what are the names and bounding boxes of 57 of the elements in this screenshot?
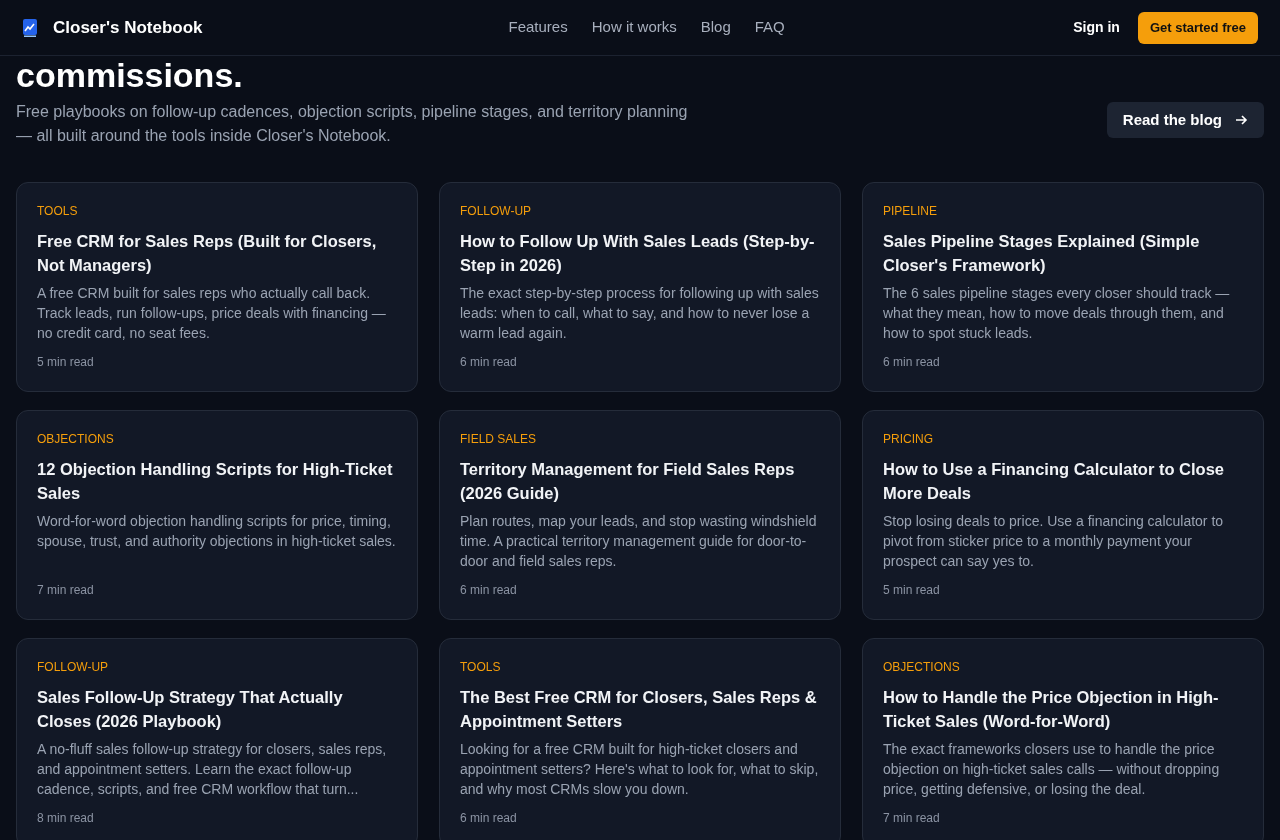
article-card[interactable] [439, 182, 841, 392]
hero-description: Free playbooks on follow-up cadences, objection scripts, pipeline stages, and territory planning — all built around the tools inside Closer's Notebook. [16, 102, 689, 146]
category-label: FIELD SALES [460, 431, 538, 447]
article-card[interactable] [16, 638, 418, 840]
article-card[interactable] [862, 182, 1264, 392]
article-excerpt: A no-fluff sales follow-up strategy for closers, sales reps, and appointment setters. Learn the exact follow-up cadence, scripts, and free CRM workflow that turn... [37, 740, 388, 799]
read-time: 5 min read [883, 582, 941, 599]
read-time: 6 min read [460, 582, 518, 599]
chart-logo-icon [22, 17, 38, 38]
nav-link[interactable]: Blog [700, 16, 731, 39]
article-card[interactable] [862, 638, 1264, 840]
brand-name: Closer's Notebook [53, 16, 203, 39]
article-title: Territory Management for Field Sales Reps (2026 Guide) [460, 459, 796, 504]
category-label: FOLLOW-UP [37, 659, 110, 675]
read-time: 8 min read [37, 810, 95, 827]
category-label: PRICING [883, 431, 934, 447]
category-label: TOOLS [37, 203, 79, 219]
arrow-right-icon [1234, 113, 1248, 127]
category-label: OBJECTIONS [37, 431, 115, 447]
nav-link[interactable]: How it works [591, 16, 677, 39]
read-blog-button[interactable]: Read the blog [1106, 102, 1264, 138]
nav-link[interactable]: Features [508, 16, 568, 39]
read-time: 7 min read [883, 810, 941, 827]
article-excerpt: Plan routes, map your leads, and stop wasting windshield time. A practical territory management guide for door-to-door and field sales reps. [460, 512, 818, 571]
category-label: PIPELINE [883, 203, 939, 219]
article-excerpt: The exact frameworks closers use to handle the price objection on high-ticket sales calls — without dropping price, getting defensive, or losing the deal. [883, 740, 1221, 799]
article-title: Sales Follow-Up Strategy That Actually Closes (2026 Playbook) [37, 687, 344, 732]
category-label: TOOLS [460, 659, 502, 675]
read-time: 7 min read [37, 582, 95, 599]
article-excerpt: Word-for-word objection handling scripts for price, timing, spouse, trust, and authority objections in high-ticket sales. [37, 512, 397, 551]
nav-link[interactable]: FAQ [754, 16, 785, 39]
article-title: Free CRM for Sales Reps (Built for Closers, Not Managers) [37, 231, 378, 276]
article-card[interactable] [439, 410, 841, 620]
article-card[interactable] [439, 638, 841, 840]
article-excerpt: The 6 sales pipeline stages every closer should track — what they mean, how to move deals through them, and how to spot stuck leads. [883, 284, 1231, 343]
article-title: 12 Objection Handling Scripts for High-Ticket Sales [37, 459, 394, 504]
article-excerpt: A free CRM built for sales reps who actually call back. Track leads, run follow-ups, price deals with financing — no credit card, no seat fees. [37, 284, 387, 343]
category-label: OBJECTIONS [883, 659, 961, 675]
article-excerpt: Looking for a free CRM built for high-ticket closers and appointment setters? Here's what to look for, what to skip, and why most CRMs slow you down. [460, 740, 820, 799]
article-title: Sales Pipeline Stages Explained (Simple Closer's Framework) [883, 231, 1201, 276]
article-excerpt: The exact step-by-step process for following up with sales leads: when to call, what to say, and how to never lose a warm lead again. [460, 284, 820, 343]
article-title: How to Follow Up With Sales Leads (Step-by-Step in 2026) [460, 231, 816, 276]
read-time: 6 min read [883, 354, 941, 371]
category-label: FOLLOW-UP [460, 203, 533, 219]
read-time: 6 min read [460, 354, 518, 371]
read-time: 6 min read [460, 810, 518, 827]
article-title: The Best Free CRM for Closers, Sales Reps & Appointment Setters [460, 687, 818, 732]
article-title: How to Handle the Price Objection in High-Ticket Sales (Word-for-Word) [883, 687, 1220, 732]
sign-in-link[interactable]: Sign in [1073, 17, 1120, 38]
get-started-button[interactable]: Get started free [1137, 11, 1258, 44]
article-excerpt: Stop losing deals to price. Use a financing calculator to pivot from sticker price to a monthly payment your prospect can say yes to. [883, 512, 1225, 571]
article-card[interactable]: OBJECTIONS 12 Objection Handling Scripts for High-Ticket Sales Word-for-word objection handling scripts for price, timing, spouse, trust, and authority objections in high-ticket sales. 7 min read [16, 410, 418, 620]
hero-heading: commissions. [16, 57, 244, 93]
read-time: 5 min read [37, 354, 95, 371]
article-card[interactable] [16, 182, 418, 392]
article-title: How to Use a Financing Calculator to Close More Deals [883, 459, 1226, 504]
article-card[interactable] [862, 410, 1264, 620]
